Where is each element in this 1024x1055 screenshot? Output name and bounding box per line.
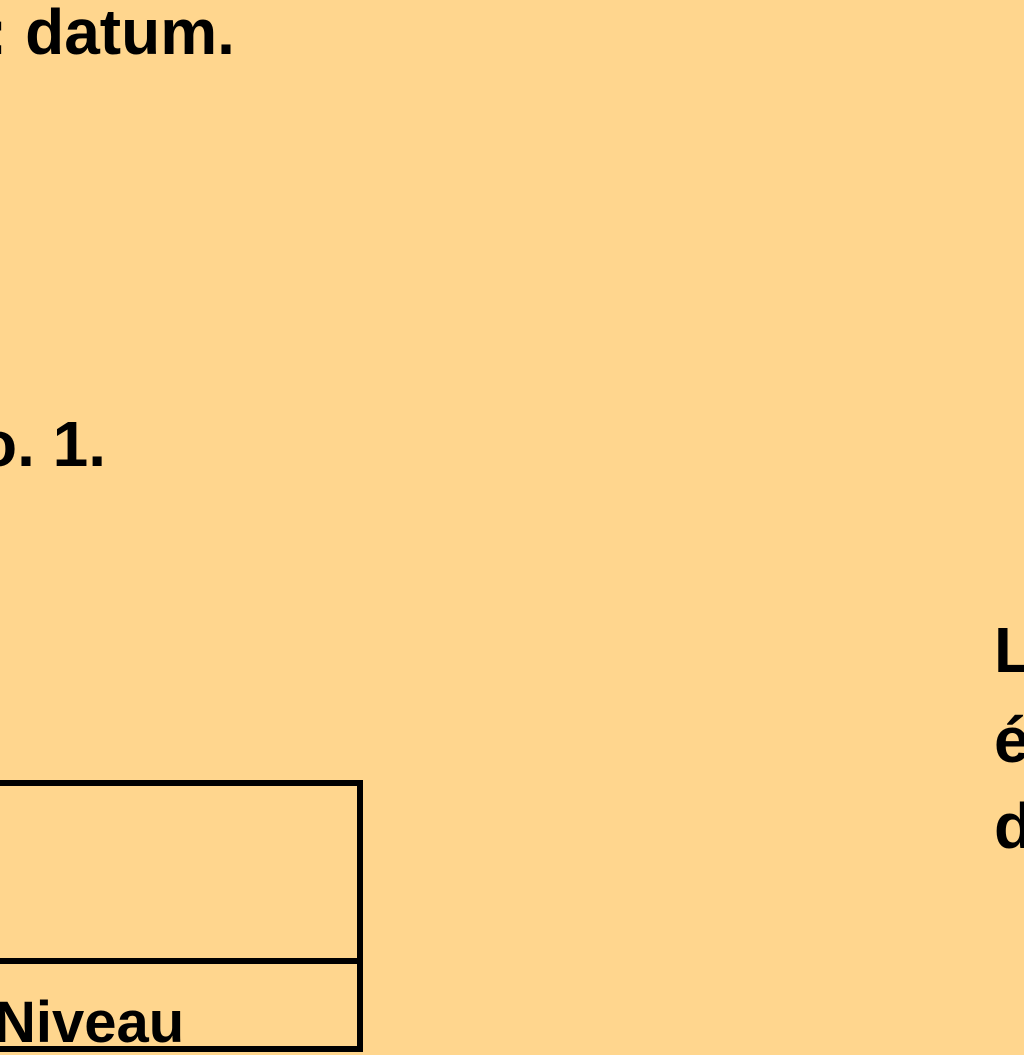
right-column-letter-3: d <box>994 790 1024 862</box>
table-divider <box>0 958 357 964</box>
paragraph-fragment: : datum. <box>0 0 235 68</box>
right-column-letter-1: L <box>994 614 1024 686</box>
figure-caption-fragment: o. 1. <box>0 408 107 480</box>
table-cell-label: Niveau <box>0 990 185 1055</box>
right-column-letter-2: é <box>994 704 1024 776</box>
